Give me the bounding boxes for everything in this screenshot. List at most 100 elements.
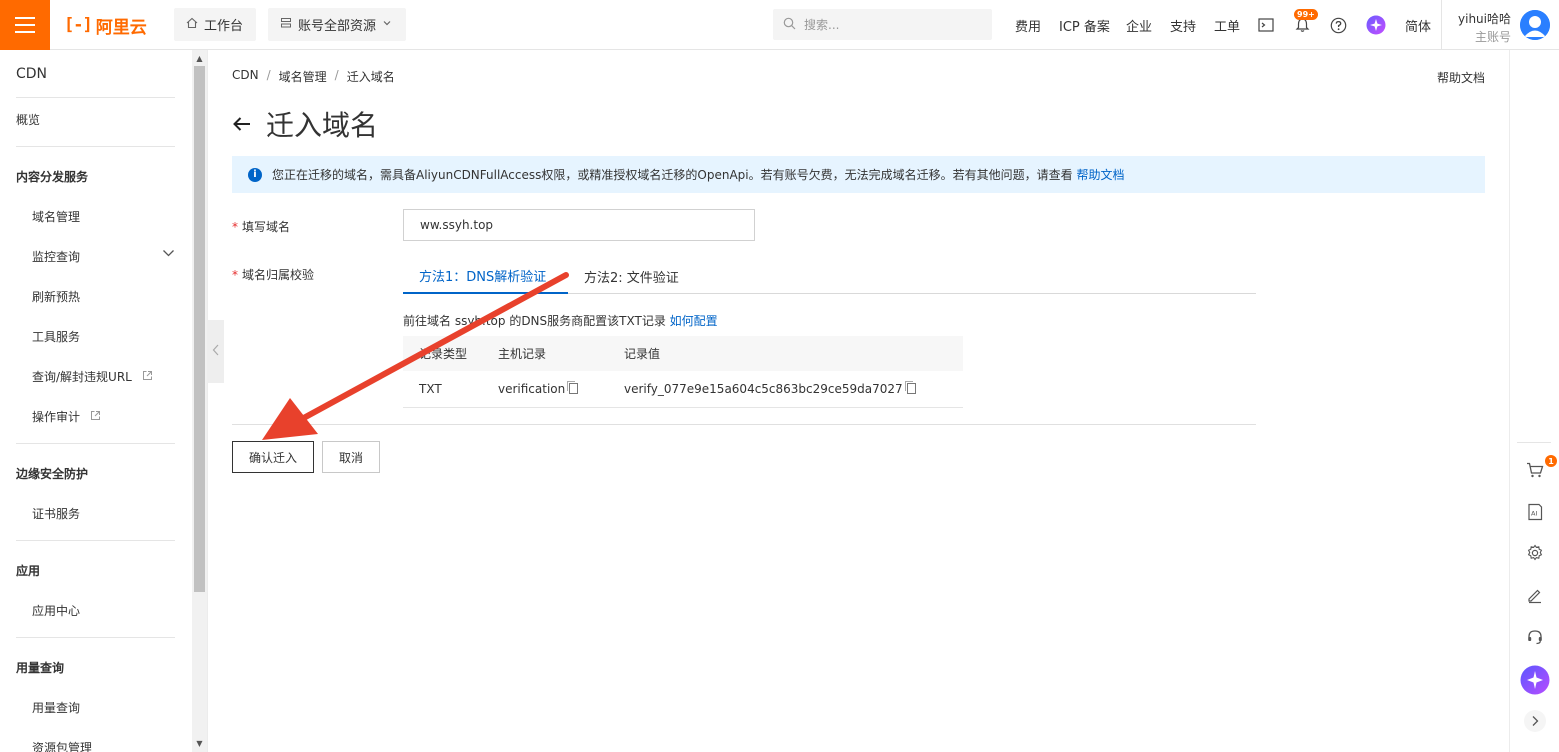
scroll-up-icon[interactable]: ▲ bbox=[194, 52, 205, 64]
user-role: 主账号 bbox=[1474, 30, 1511, 44]
sidebar-item-url-query[interactable]: 查询/解封违规URL bbox=[32, 368, 153, 385]
nav-billing[interactable]: 费用 bbox=[1015, 0, 1041, 50]
record-type-cell: TXT bbox=[403, 371, 498, 408]
ai-doc-icon[interactable]: AI bbox=[1522, 499, 1548, 525]
sidebar-item-package-mgmt[interactable]: 资源包管理 bbox=[32, 739, 92, 752]
top-bar: [-] 阿里云 工作台 账号全部资源 费用 ICP 备案 企业 支持 工单 99… bbox=[0, 0, 1559, 50]
sidebar-item-tools[interactable]: 工具服务 bbox=[32, 328, 80, 345]
cart-badge: 1 bbox=[1545, 455, 1557, 467]
nav-ticket[interactable]: 工单 bbox=[1214, 0, 1240, 50]
sidebar-item-audit[interactable]: 操作审计 bbox=[32, 408, 101, 425]
nav-icp[interactable]: ICP 备案 bbox=[1059, 0, 1110, 50]
sidebar-title: CDN bbox=[16, 66, 48, 82]
notice-text: 您正在迁移的域名，需具备AliyunCDNFullAccess权限，或精准授权域… bbox=[272, 166, 1124, 183]
confirm-migrate-button[interactable]: 确认迁入 bbox=[232, 441, 314, 473]
domain-label-text: 填写域名 bbox=[242, 220, 291, 234]
page-header: 迁入域名 bbox=[232, 104, 378, 144]
copy-icon[interactable] bbox=[567, 380, 579, 394]
global-search[interactable] bbox=[773, 9, 992, 40]
sidebar-divider bbox=[16, 146, 175, 147]
notice-help-link[interactable]: 帮助文档 bbox=[1076, 168, 1124, 182]
breadcrumb-cdn[interactable]: CDN bbox=[232, 68, 259, 85]
sidebar-item-refresh[interactable]: 刷新预热 bbox=[32, 288, 80, 305]
verify-field-label: * 域名归属校验 bbox=[232, 266, 314, 283]
sidebar-item-label: 操作审计 bbox=[32, 410, 81, 424]
host-record-value: verification bbox=[498, 381, 566, 396]
tab-file-verify[interactable]: 方法2: 文件验证 bbox=[584, 259, 679, 294]
breadcrumb: CDN / 域名管理 / 迁入域名 bbox=[232, 68, 395, 85]
verify-label-text: 域名归属校验 bbox=[242, 268, 315, 282]
sidebar-divider bbox=[16, 637, 175, 638]
sidebar-item-domain-mgmt[interactable]: 域名管理 bbox=[32, 208, 80, 225]
main-divider bbox=[207, 50, 208, 752]
aliyun-logo[interactable]: [-] 阿里云 bbox=[64, 13, 147, 38]
sidebar-divider bbox=[16, 443, 175, 444]
sidebar-item-label: 查询/解封违规URL bbox=[32, 370, 132, 384]
avatar[interactable] bbox=[1520, 10, 1550, 40]
sidebar-item-overview[interactable]: 概览 bbox=[16, 111, 40, 128]
sidebar-scroll-thumb[interactable] bbox=[194, 66, 205, 592]
domain-input[interactable] bbox=[403, 209, 755, 241]
cancel-button[interactable]: 取消 bbox=[322, 441, 380, 473]
collapse-sidebar-button[interactable] bbox=[207, 320, 224, 383]
rail-divider bbox=[1517, 442, 1551, 443]
edit-icon[interactable] bbox=[1522, 582, 1548, 608]
sidebar-item-monitor[interactable]: 监控查询 bbox=[32, 248, 80, 265]
hamburger-menu-icon[interactable] bbox=[0, 0, 50, 50]
account-resources-dropdown[interactable]: 账号全部资源 bbox=[268, 8, 406, 41]
sidebar: CDN 概览 内容分发服务 域名管理 监控查询 刷新预热 工具服务 查询/解封违… bbox=[0, 50, 192, 752]
search-icon bbox=[783, 17, 796, 33]
sidebar-group-security: 边缘安全防护 bbox=[16, 467, 89, 481]
page-title: 迁入域名 bbox=[266, 109, 379, 142]
verify-method-tabs: 方法1：DNS解析验证 方法2: 文件验证 bbox=[403, 259, 1256, 294]
form-divider bbox=[232, 424, 1256, 425]
headset-icon[interactable] bbox=[1522, 624, 1548, 650]
gear-icon[interactable] bbox=[1522, 540, 1548, 566]
sidebar-item-app-center[interactable]: 应用中心 bbox=[32, 602, 80, 619]
resources-label: 账号全部资源 bbox=[298, 19, 377, 34]
tab-dns-verify[interactable]: 方法1：DNS解析验证 bbox=[403, 259, 568, 294]
search-input[interactable] bbox=[804, 17, 974, 32]
sidebar-group-content: 内容分发服务 bbox=[16, 170, 89, 184]
table-row: TXT verification verify_077e9e15a604c5c8… bbox=[403, 371, 963, 408]
required-mark: * bbox=[232, 268, 238, 282]
svg-text:AI: AI bbox=[1531, 510, 1537, 518]
external-link-icon bbox=[90, 410, 101, 424]
table-header-row: 记录类型 主机记录 记录值 bbox=[403, 336, 963, 371]
ai-assistant-icon[interactable] bbox=[1366, 15, 1386, 35]
sidebar-item-cert[interactable]: 证书服务 bbox=[32, 505, 80, 522]
help-icon[interactable] bbox=[1328, 15, 1348, 35]
chevron-down-icon bbox=[382, 17, 392, 32]
scroll-down-icon[interactable]: ▼ bbox=[194, 737, 205, 749]
column-header: 主机记录 bbox=[498, 336, 624, 371]
workbench-button[interactable]: 工作台 bbox=[174, 8, 256, 41]
copy-icon[interactable] bbox=[904, 380, 916, 394]
info-icon: i bbox=[248, 167, 262, 182]
breadcrumb-separator: / bbox=[334, 68, 339, 82]
logo-text: 阿里云 bbox=[95, 17, 147, 38]
nav-enterprise[interactable]: 企业 bbox=[1126, 0, 1152, 50]
language-switch[interactable]: 简体 bbox=[1405, 0, 1431, 50]
terminal-icon[interactable] bbox=[1256, 15, 1276, 35]
chevron-down-icon[interactable] bbox=[162, 247, 175, 261]
sidebar-divider bbox=[16, 540, 175, 541]
back-arrow-icon[interactable] bbox=[232, 112, 252, 136]
domain-field-label: * 填写域名 bbox=[232, 218, 290, 235]
chevron-right-icon[interactable] bbox=[1522, 708, 1548, 734]
notice-body: 您正在迁移的域名，需具备AliyunCDNFullAccess权限，或精准授权域… bbox=[272, 168, 1073, 182]
sidebar-group-usage: 用量查询 bbox=[16, 661, 65, 675]
help-doc-link[interactable]: 帮助文档 bbox=[1437, 69, 1485, 86]
column-header: 记录值 bbox=[624, 336, 963, 371]
ai-assistant-icon[interactable] bbox=[1520, 665, 1550, 695]
home-icon bbox=[186, 17, 198, 33]
external-link-icon bbox=[142, 370, 153, 384]
sidebar-divider bbox=[16, 97, 175, 98]
nav-support[interactable]: 支持 bbox=[1170, 0, 1196, 50]
host-record-cell: verification bbox=[498, 371, 624, 408]
user-menu[interactable]: yihui哈哈 主账号 bbox=[1441, 0, 1559, 50]
resources-icon bbox=[280, 17, 292, 33]
breadcrumb-domain-mgmt[interactable]: 域名管理 bbox=[279, 68, 327, 85]
sidebar-group-apps: 应用 bbox=[16, 564, 41, 578]
how-to-configure-link[interactable]: 如何配置 bbox=[670, 314, 718, 328]
sidebar-item-usage-query[interactable]: 用量查询 bbox=[32, 699, 80, 716]
